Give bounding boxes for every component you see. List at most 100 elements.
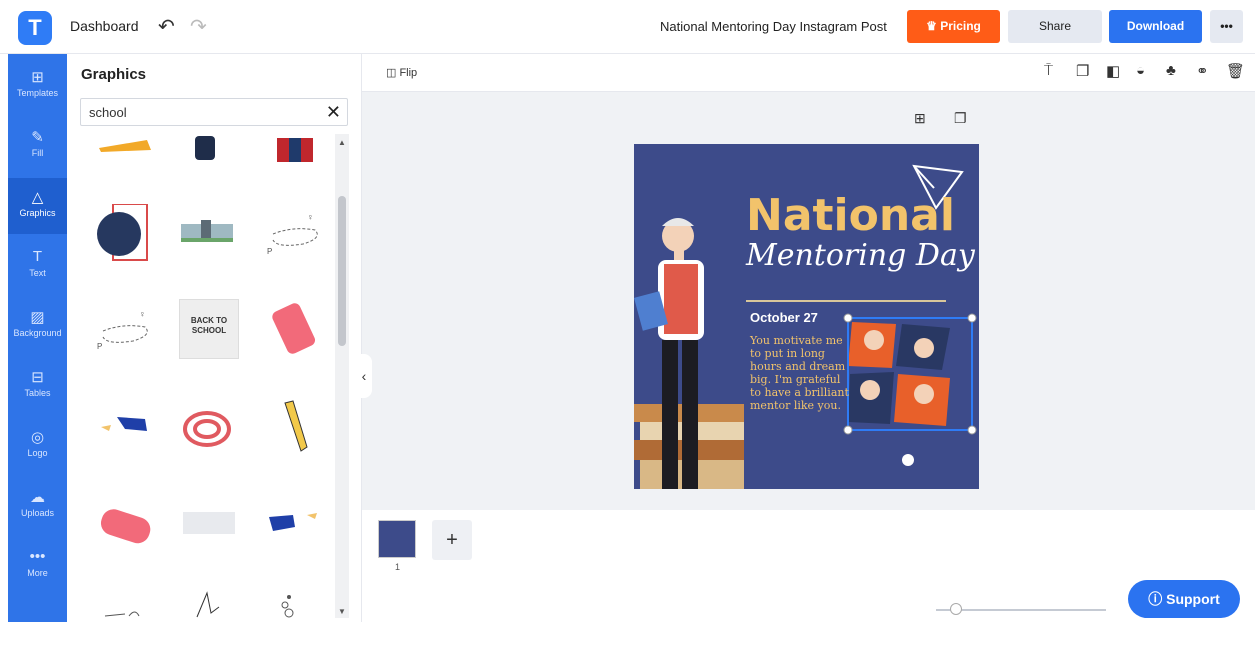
page-thumbnail[interactable]: [378, 520, 416, 558]
rail-label: Background: [13, 328, 62, 338]
rail-item-tables[interactable]: ⊟ Tables: [8, 358, 67, 414]
link-icon[interactable]: ⚭: [1196, 62, 1209, 80]
design-canvas[interactable]: National Mentoring Day October 27 You mo…: [634, 144, 979, 489]
copy-page-icon[interactable]: ❐: [954, 110, 967, 127]
rail-item-background[interactable]: ▨ Background: [8, 298, 67, 354]
rail-label: Logo: [27, 448, 48, 458]
back-to-school-doodle-tile[interactable]: BACK TO SCHOOL: [179, 299, 239, 359]
shapes-icon: △: [31, 189, 44, 206]
graphic-tile[interactable]: [177, 204, 237, 264]
share-button[interactable]: Share: [1008, 10, 1102, 43]
opacity-icon[interactable]: ◒: [1136, 62, 1145, 79]
graphic-tile[interactable]: [183, 512, 235, 534]
graphic-tile[interactable]: [175, 134, 235, 194]
element-toolbar: ◫ Flip ⍑ ❐ ◧ ◒ ♣ ⚭ 🗑: [362, 54, 1255, 92]
graphic-tile[interactable]: ♀P: [263, 204, 323, 264]
rail-label: Tables: [24, 388, 51, 398]
post-title-national[interactable]: National: [746, 190, 955, 241]
table-icon: ⊟: [31, 369, 44, 386]
doodle-text: BACK TO SCHOOL: [190, 316, 228, 335]
panel-scrollbar[interactable]: ▲ ▼: [335, 134, 349, 618]
scroll-down-icon[interactable]: ▼: [338, 607, 346, 616]
rail-item-logo[interactable]: ◎ Logo: [8, 418, 67, 474]
graphic-tile[interactable]: [95, 204, 155, 264]
graphic-tile[interactable]: ♀P: [95, 299, 155, 359]
rail-item-fill[interactable]: ✎ Fill: [8, 118, 67, 174]
rail-label: More: [27, 568, 48, 578]
pricing-button[interactable]: ♛ Pricing: [907, 10, 1000, 43]
rail-item-text[interactable]: T Text: [8, 238, 67, 294]
flip-button[interactable]: ◫ Flip: [386, 66, 417, 79]
graphic-tile[interactable]: [263, 399, 323, 459]
rail-item-uploads[interactable]: ☁ Uploads: [8, 478, 67, 534]
upload-icon: ☁: [30, 489, 45, 506]
page-number: 1: [395, 562, 401, 572]
graphic-tile[interactable]: [95, 594, 155, 654]
rail-item-more[interactable]: ••• More: [8, 538, 67, 594]
search-input[interactable]: school ✕: [80, 98, 348, 126]
layer-icon[interactable]: ◧: [1106, 62, 1120, 80]
flip-label: Flip: [399, 67, 418, 79]
redo-icon[interactable]: ↷: [190, 14, 207, 39]
graphic-tile[interactable]: [95, 134, 155, 194]
support-label: Support: [1166, 591, 1220, 607]
paint-roller-icon[interactable]: ⍑: [1044, 62, 1053, 79]
flip-icon: ◫: [386, 67, 400, 79]
support-button[interactable]: ⓘ Support: [1128, 580, 1240, 618]
page-strip: 1 +: [362, 510, 1255, 622]
rail-label: Graphics: [19, 208, 56, 218]
left-rail: ⊞ Templates ✎ Fill △ Graphics T Text ▨ B…: [8, 54, 67, 622]
graphic-tile[interactable]: [95, 499, 155, 559]
scroll-thumb[interactable]: [338, 196, 346, 346]
graphic-tile[interactable]: [177, 589, 237, 649]
logo-icon: ◎: [30, 429, 45, 446]
canvas-area: ◫ Flip ⍑ ❐ ◧ ◒ ♣ ⚭ 🗑 ‹ ⊞ ❐ National Ment…: [356, 54, 1255, 622]
add-page-button[interactable]: +: [432, 520, 472, 560]
brush-icon: ✎: [31, 129, 44, 146]
dashboard-link[interactable]: Dashboard: [70, 18, 139, 34]
rail-label: Fill: [31, 148, 44, 158]
delete-icon[interactable]: 🗑: [1226, 62, 1245, 80]
svg-text:P: P: [97, 342, 102, 351]
more-icon: •••: [29, 548, 46, 565]
graphics-panel: Graphics school ✕ ♀ P ♀ P BACK TO SCHOOL ▲…: [67, 54, 362, 622]
rail-item-templates[interactable]: ⊞ Templates: [8, 58, 67, 114]
duplicate-icon[interactable]: ❐: [1076, 62, 1089, 80]
rail-label: Uploads: [20, 508, 55, 518]
rail-label: Templates: [16, 88, 59, 98]
graphic-tile[interactable]: [265, 299, 325, 359]
add-page-icon[interactable]: ⊞: [914, 110, 926, 127]
graphic-tile[interactable]: [175, 399, 235, 459]
post-date[interactable]: October 27: [750, 310, 818, 325]
crown-icon: ♛: [926, 19, 941, 33]
graphic-tile[interactable]: [263, 589, 323, 649]
document-title[interactable]: National Mentoring Day Instagram Post: [660, 19, 887, 34]
panel-title: Graphics: [81, 66, 147, 83]
undo-icon[interactable]: ↶: [158, 14, 175, 39]
text-icon: T: [32, 248, 43, 265]
graphic-tile[interactable]: [263, 499, 323, 559]
rail-item-graphics[interactable]: △ Graphics: [8, 178, 67, 234]
clear-search-icon[interactable]: ✕: [326, 102, 341, 123]
svg-text:♀: ♀: [307, 212, 314, 222]
zoom-slider-knob[interactable]: [950, 603, 962, 615]
templates-icon: ⊞: [31, 69, 44, 86]
app-logo[interactable]: T: [18, 11, 52, 45]
svg-text:♀: ♀: [139, 309, 146, 319]
scroll-up-icon[interactable]: ▲: [338, 138, 346, 147]
svg-text:P: P: [267, 247, 272, 256]
background-icon: ▨: [30, 309, 45, 326]
graphic-tile[interactable]: [267, 134, 327, 194]
post-divider: [746, 300, 946, 302]
help-icon: ⓘ: [1148, 591, 1167, 607]
align-icon[interactable]: ♣: [1166, 62, 1176, 79]
top-bar: T Dashboard ↶ ↷ National Mentoring Day I…: [0, 0, 1255, 54]
download-button[interactable]: Download: [1109, 10, 1202, 43]
more-menu-button[interactable]: •••: [1210, 10, 1243, 43]
post-title-mentoring-day[interactable]: Mentoring Day: [746, 238, 975, 273]
graphic-tile[interactable]: [95, 399, 155, 459]
pricing-label: Pricing: [940, 19, 981, 33]
post-body-text[interactable]: You motivate me to put in long hours and…: [750, 334, 850, 412]
rail-label: Text: [29, 268, 46, 278]
collapse-panel-button[interactable]: ‹: [356, 354, 372, 398]
